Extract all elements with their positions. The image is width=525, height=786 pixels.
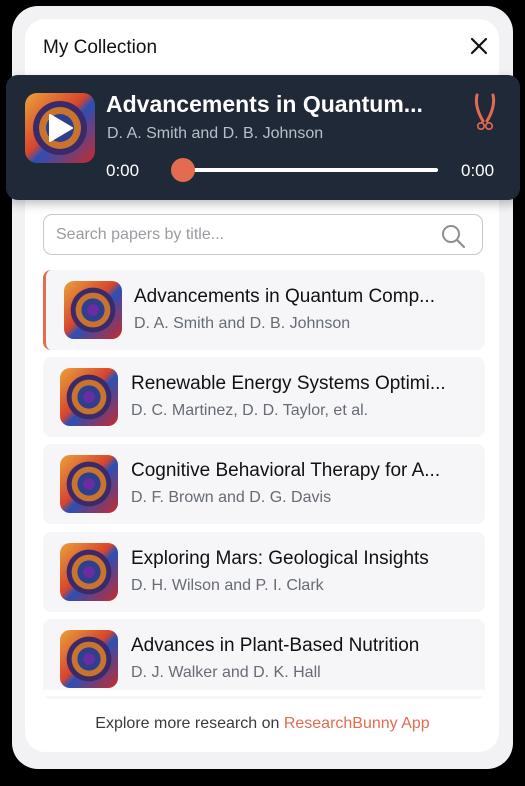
footer-text: Explore more research on: [95, 715, 284, 732]
paper-authors: D. A. Smith and D. B. Johnson: [134, 315, 351, 332]
paper-title: Advancements in Quantum Comp...: [134, 286, 435, 307]
researchbunny-app-link[interactable]: ResearchBunny App: [284, 715, 430, 732]
paper-authors: D. J. Walker and D. K. Hall: [131, 664, 321, 681]
paper-thumbnail: [60, 368, 118, 426]
paper-list-item[interactable]: Exploring Mars: Geological Insights D. H…: [43, 532, 485, 612]
progress-track[interactable]: [182, 168, 438, 172]
paper-authors: D. F. Brown and D. G. Davis: [131, 489, 332, 506]
paper-thumbnail: [60, 630, 118, 688]
search-placeholder: Search papers by title...: [56, 226, 225, 243]
audio-player: Advancements in Quantum... D. A. Smith a…: [6, 75, 520, 200]
time-total: 0:00: [461, 161, 495, 180]
paper-title: Renewable Energy Systems Optimi...: [131, 373, 446, 394]
close-button[interactable]: [466, 33, 492, 59]
close-icon: [470, 37, 488, 55]
paper-thumbnail: [60, 543, 118, 601]
time-current: 0:00: [106, 161, 140, 180]
paper-list-item[interactable]: Advances in Plant-Based Nutrition D. J. …: [43, 619, 485, 699]
bunny-logo-icon: [474, 93, 496, 130]
player-authors: D. A. Smith and D. B. Johnson: [107, 125, 324, 142]
paper-title: Advances in Plant-Based Nutrition: [131, 635, 420, 656]
list-scroll-clip: [43, 690, 485, 696]
paper-authors: D. H. Wilson and P. I. Clark: [131, 577, 324, 594]
paper-thumbnail: [64, 281, 122, 339]
footer: Explore more research on ResearchBunny A…: [0, 715, 525, 733]
paper-list-item[interactable]: Advancements in Quantum Comp... D. A. Sm…: [43, 270, 485, 350]
paper-list-item[interactable]: Cognitive Behavioral Therapy for A... D.…: [43, 444, 485, 524]
paper-title: Cognitive Behavioral Therapy for A...: [131, 460, 441, 481]
paper-list-item[interactable]: Renewable Energy Systems Optimi... D. C.…: [43, 357, 485, 437]
paper-thumbnail: [60, 455, 118, 513]
player-cover-art: [25, 93, 95, 163]
progress-slider-handle[interactable]: [171, 158, 195, 182]
paper-title: Exploring Mars: Geological Insights: [131, 548, 429, 569]
play-icon: [49, 114, 73, 142]
panel-title: My Collection: [43, 37, 158, 58]
player-title: Advancements in Quantum...: [106, 91, 423, 117]
search-input[interactable]: Search papers by title...: [43, 214, 483, 255]
search-icon[interactable]: [440, 223, 466, 249]
paper-authors: D. C. Martinez, D. D. Taylor, et al.: [131, 402, 369, 419]
play-button[interactable]: [25, 93, 95, 163]
